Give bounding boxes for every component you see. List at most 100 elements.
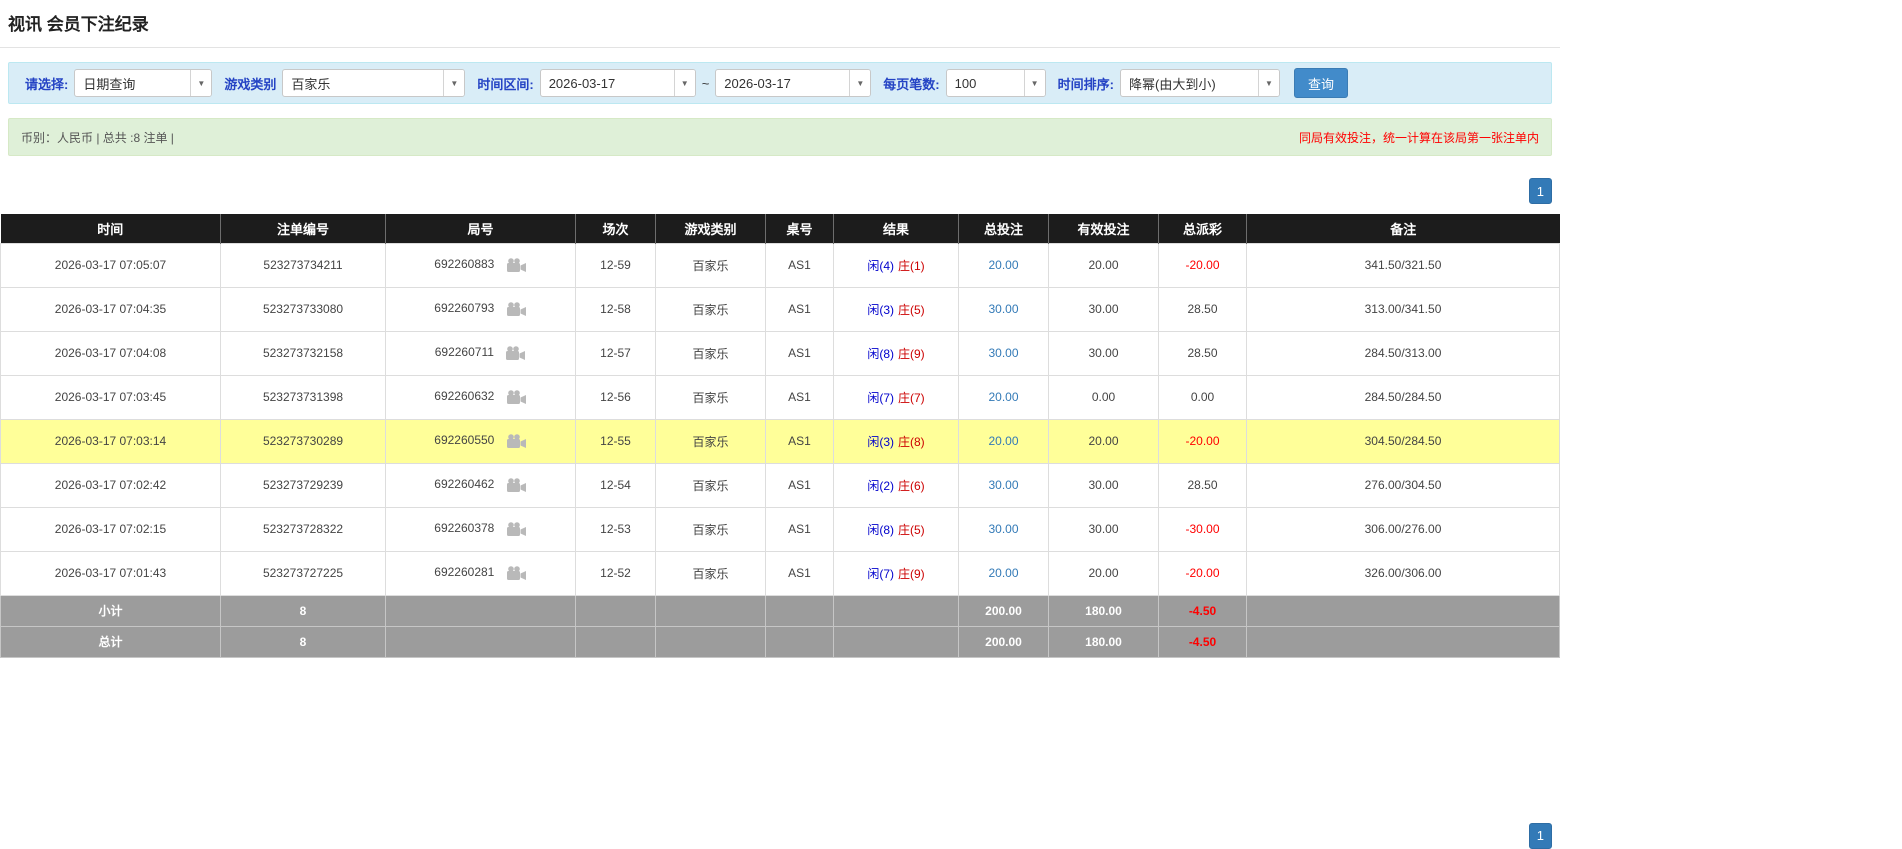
total-bet-link[interactable]: 20.00 [988,258,1018,272]
cell-session: 12-57 [575,330,656,376]
table-row: 2026-03-17 07:03:45 523273731398 6922606… [0,374,1560,420]
cell-bet-id: 523273727225 [220,550,386,596]
subtotal-row: 小计 8 200.00 180.00 -4.50 [0,594,1560,627]
cell-round: 692260281 [385,550,576,596]
cell-empty [385,625,576,658]
round-id: 692260462 [434,477,495,492]
total-count: 8 [220,625,386,658]
total-bet-link[interactable]: 20.00 [988,390,1018,404]
cell-table-no: AS1 [765,418,834,464]
video-replay-icon[interactable] [506,477,527,493]
video-replay-icon[interactable] [506,301,527,317]
result-banker: 庄(7) [898,390,925,405]
cell-session: 12-56 [575,374,656,420]
page-size-label: 每页笔数: [883,76,940,92]
video-replay-icon[interactable] [506,389,527,405]
subtotal-count: 8 [220,594,386,627]
subtotal-total-bet: 200.00 [958,594,1049,627]
cell-valid-bet: 30.00 [1048,462,1159,508]
result-player: 闲(7) [867,566,894,581]
sort-order-value: 降幂(由大到小) [1128,76,1216,92]
cell-time: 2026-03-17 07:02:15 [0,506,221,552]
search-button[interactable]: 查询 [1293,68,1348,98]
game-type-label: 游戏类别 [224,76,277,92]
chevron-down-icon: ▼ [673,70,695,96]
cell-note: 313.00/341.50 [1246,286,1560,332]
cell-game-type: 百家乐 [655,374,766,420]
total-bet-link[interactable]: 20.00 [988,566,1018,580]
video-replay-icon[interactable] [506,257,527,273]
result-player: 闲(4) [867,258,894,273]
page-1-button[interactable]: 1 [1528,178,1552,204]
cell-session: 12-52 [575,550,656,596]
chevron-down-icon: ▼ [190,70,212,96]
subtotal-label: 小计 [0,594,221,627]
cell-note: 341.50/321.50 [1246,242,1560,288]
cell-empty [575,625,656,658]
query-type-label: 请选择: [25,76,69,92]
query-type-select[interactable]: 日期查询 ▼ [74,69,213,97]
cell-bet-id: 523273731398 [220,374,386,420]
date-from-select[interactable]: 2026-03-17 ▼ [539,69,696,97]
video-replay-icon[interactable] [505,345,526,361]
cell-session: 12-58 [575,286,656,332]
table-row: 2026-03-17 07:05:07 523273734211 6922608… [0,242,1560,288]
cell-note: 276.00/304.50 [1246,462,1560,508]
round-id: 692260378 [434,521,495,536]
notice-text: 同局有效投注，统一计算在该局第一张注单内 [1298,130,1539,145]
sort-order-label: 时间排序: [1057,76,1114,92]
chevron-down-icon: ▼ [1257,70,1279,96]
game-type-value: 百家乐 [291,76,331,92]
cell-round: 692260378 [385,506,576,552]
cell-payout: 28.50 [1158,286,1247,332]
cell-note: 284.50/313.00 [1246,330,1560,376]
result-player: 闲(3) [867,302,894,317]
cell-total-bet: 20.00 [958,242,1049,288]
summary-bar: 币别：人民币 | 总共 :8 注单 | 同局有效投注，统一计算在该局第一张注单内 [8,118,1552,156]
date-to-select[interactable]: 2026-03-17 ▼ [715,69,872,97]
cell-result: 闲(7) 庄(7) [833,374,959,420]
pagination-bottom: 1 [8,822,1552,849]
video-replay-icon[interactable] [506,521,527,537]
subtotal-payout: -4.50 [1158,594,1247,627]
cell-empty [765,594,834,627]
cell-empty [1246,594,1560,627]
cell-result: 闲(3) 庄(8) [833,418,959,464]
cell-table-no: AS1 [765,506,834,552]
total-bet-link[interactable]: 30.00 [988,302,1018,316]
page-title: 视讯 会员下注纪录 [0,0,1560,48]
page-size-select[interactable]: 100 ▼ [945,69,1046,97]
cell-round: 692260550 [385,418,576,464]
col-header-result: 结果 [833,214,959,243]
page-1-button[interactable]: 1 [1528,822,1552,849]
cell-time: 2026-03-17 07:03:45 [0,374,221,420]
col-header-payout: 总派彩 [1158,214,1247,243]
main-container: 视讯 会员下注纪录 请选择: 日期查询 ▼ 游戏类别 百家乐 ▼ 时间区间: 2… [0,0,1560,849]
game-type-select[interactable]: 百家乐 ▼ [282,69,466,97]
cell-round: 692260632 [385,374,576,420]
cell-table-no: AS1 [765,330,834,376]
col-header-time: 时间 [0,214,221,243]
total-bet-link[interactable]: 20.00 [988,434,1018,448]
cell-session: 12-55 [575,418,656,464]
query-type-value: 日期查询 [83,76,136,92]
cell-note: 304.50/284.50 [1246,418,1560,464]
result-player: 闲(8) [867,522,894,537]
video-replay-icon[interactable] [506,433,527,449]
col-header-game-type: 游戏类别 [655,214,766,243]
chevron-down-icon: ▼ [849,70,871,96]
cell-round: 692260793 [385,286,576,332]
sort-order-select[interactable]: 降幂(由大到小) ▼ [1119,69,1280,97]
cell-game-type: 百家乐 [655,462,766,508]
total-bet-link[interactable]: 30.00 [988,522,1018,536]
cell-payout: -20.00 [1158,418,1247,464]
cell-total-bet: 30.00 [958,462,1049,508]
cell-empty [833,594,959,627]
subtotal-valid-bet: 180.00 [1048,594,1159,627]
total-bet-link[interactable]: 30.00 [988,346,1018,360]
col-header-round: 局号 [385,214,576,243]
result-banker: 庄(5) [898,302,925,317]
total-bet-link[interactable]: 30.00 [988,478,1018,492]
video-replay-icon[interactable] [506,565,527,581]
result-player: 闲(8) [867,346,894,361]
